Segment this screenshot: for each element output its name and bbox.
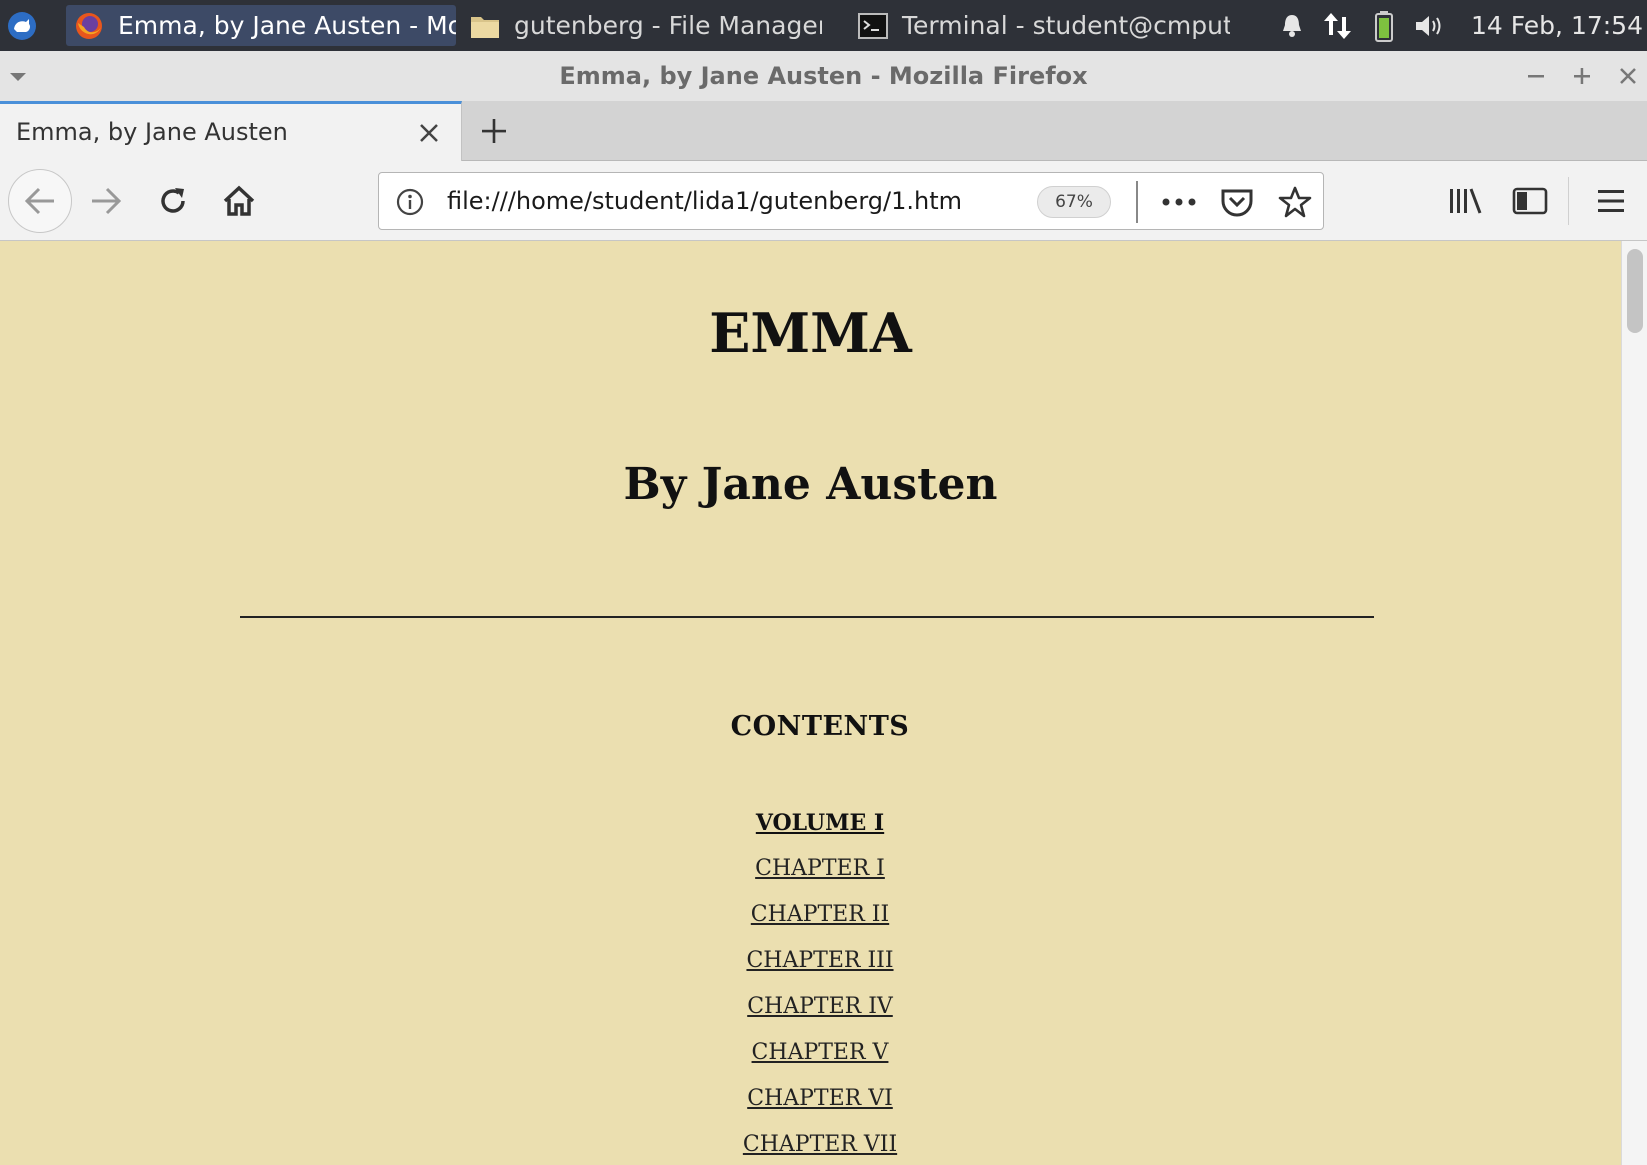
folder-icon — [468, 9, 502, 43]
window-title: Emma, by Jane Austen - Mozilla Firefox — [559, 62, 1088, 90]
terminal-icon — [856, 9, 890, 43]
taskbar: Emma, by Jane Austen - Mo... gutenberg -… — [0, 0, 1647, 51]
new-tab-button[interactable] — [474, 111, 514, 151]
toc-item: CHAPTER II — [0, 892, 1621, 938]
notification-bell-icon[interactable] — [1269, 6, 1315, 46]
zoom-level-button[interactable]: 67% — [1037, 186, 1111, 218]
vertical-scrollbar[interactable] — [1621, 241, 1647, 1165]
url-bar-separator — [1136, 181, 1138, 223]
toc-link-chapter-iv[interactable]: CHAPTER IV — [747, 994, 893, 1019]
minimize-icon — [1528, 75, 1544, 78]
book-author: By Jane Austen — [623, 459, 998, 510]
toc-item: CHAPTER VI — [0, 1076, 1621, 1122]
navigation-toolbar: file:///home/student/lida1/gutenberg/1.h… — [0, 161, 1647, 241]
tab-strip: Emma, by Jane Austen — [0, 101, 1647, 162]
window-titlebar: Emma, by Jane Austen - Mozilla Firefox — [0, 51, 1647, 101]
minimize-button[interactable] — [1520, 60, 1552, 92]
close-icon — [1620, 68, 1636, 84]
more-dots-icon — [1162, 198, 1196, 206]
pocket-icon — [1221, 189, 1253, 217]
taskbar-item-file-manager[interactable]: gutenberg - File Manager — [462, 5, 822, 46]
open-menu-button[interactable] — [1583, 173, 1639, 229]
toolbar-separator — [1568, 177, 1569, 225]
volume-icon[interactable] — [1407, 6, 1453, 46]
toc-link-chapter-v[interactable]: CHAPTER V — [752, 1040, 889, 1065]
back-arrow-icon — [24, 187, 54, 215]
toc-link-chapter-i[interactable]: CHAPTER I — [755, 856, 885, 881]
xfce-mouse-icon — [8, 12, 36, 40]
plus-icon — [482, 119, 506, 143]
taskbar-item-terminal[interactable]: Terminal - student@cmput... — [850, 5, 1230, 46]
back-button[interactable] — [8, 169, 72, 233]
scrollbar-thumb[interactable] — [1627, 249, 1643, 333]
clock[interactable]: 14 Feb, 17:54 — [1453, 11, 1647, 40]
close-window-button[interactable] — [1612, 60, 1644, 92]
toc-link-chapter-vi[interactable]: CHAPTER VI — [747, 1086, 893, 1111]
network-updown-icon[interactable] — [1315, 6, 1361, 46]
url-bar[interactable]: file:///home/student/lida1/gutenberg/1.h… — [378, 172, 1324, 230]
star-icon — [1278, 186, 1312, 218]
toc-item: CHAPTER VII — [0, 1122, 1621, 1165]
battery-icon[interactable] — [1361, 6, 1407, 46]
reload-button[interactable] — [145, 173, 201, 229]
maximize-button[interactable] — [1566, 60, 1598, 92]
taskbar-item-firefox[interactable]: Emma, by Jane Austen - Mo... — [66, 5, 456, 46]
page-content: EMMA By Jane Austen CONTENTS VOLUME I CH… — [0, 241, 1621, 1165]
firefox-icon — [72, 9, 106, 43]
bookmark-star-button[interactable] — [1273, 181, 1317, 223]
sidebar-toggle-button[interactable] — [1502, 173, 1558, 229]
hamburger-menu-icon — [1598, 190, 1624, 212]
reload-icon — [161, 188, 185, 213]
tab-emma[interactable]: Emma, by Jane Austen — [0, 101, 462, 162]
contents-heading: CONTENTS — [730, 711, 910, 742]
table-of-contents: VOLUME I CHAPTER I CHAPTER II CHAPTER II… — [0, 800, 1621, 1165]
home-icon — [223, 185, 255, 216]
toc-link-volume-i[interactable]: VOLUME I — [756, 810, 884, 836]
tab-close-button[interactable] — [413, 117, 445, 149]
library-button[interactable] — [1437, 173, 1493, 229]
url-text[interactable]: file:///home/student/lida1/gutenberg/1.h… — [447, 187, 962, 215]
taskbar-item-label: Emma, by Jane Austen - Mo... — [118, 11, 456, 40]
library-icon — [1450, 188, 1482, 214]
whisker-menu-button[interactable] — [4, 9, 40, 43]
system-tray: 14 Feb, 17:54 — [1269, 0, 1647, 51]
page-actions-button[interactable] — [1157, 181, 1201, 223]
toc-item: VOLUME I — [0, 800, 1621, 846]
book-title: EMMA — [709, 301, 912, 365]
toc-link-chapter-vii[interactable]: CHAPTER VII — [743, 1132, 897, 1157]
toc-item: CHAPTER V — [0, 1030, 1621, 1076]
home-button[interactable] — [211, 173, 267, 229]
maximize-icon — [1574, 68, 1590, 84]
pocket-button[interactable] — [1215, 181, 1259, 223]
taskbar-item-label: Terminal - student@cmput... — [902, 11, 1230, 40]
toc-item: CHAPTER III — [0, 938, 1621, 984]
toc-item: CHAPTER IV — [0, 984, 1621, 1030]
sidebar-icon — [1512, 187, 1548, 215]
toc-link-chapter-iii[interactable]: CHAPTER III — [746, 948, 893, 973]
close-icon — [420, 124, 438, 142]
toc-item: CHAPTER I — [0, 846, 1621, 892]
forward-button[interactable] — [78, 173, 134, 229]
site-info-icon[interactable] — [393, 185, 427, 219]
taskbar-item-label: gutenberg - File Manager — [514, 11, 822, 40]
tab-title: Emma, by Jane Austen — [16, 118, 288, 146]
forward-arrow-icon — [92, 187, 122, 215]
horizontal-rule — [240, 616, 1374, 618]
toc-link-chapter-ii[interactable]: CHAPTER II — [751, 902, 889, 927]
